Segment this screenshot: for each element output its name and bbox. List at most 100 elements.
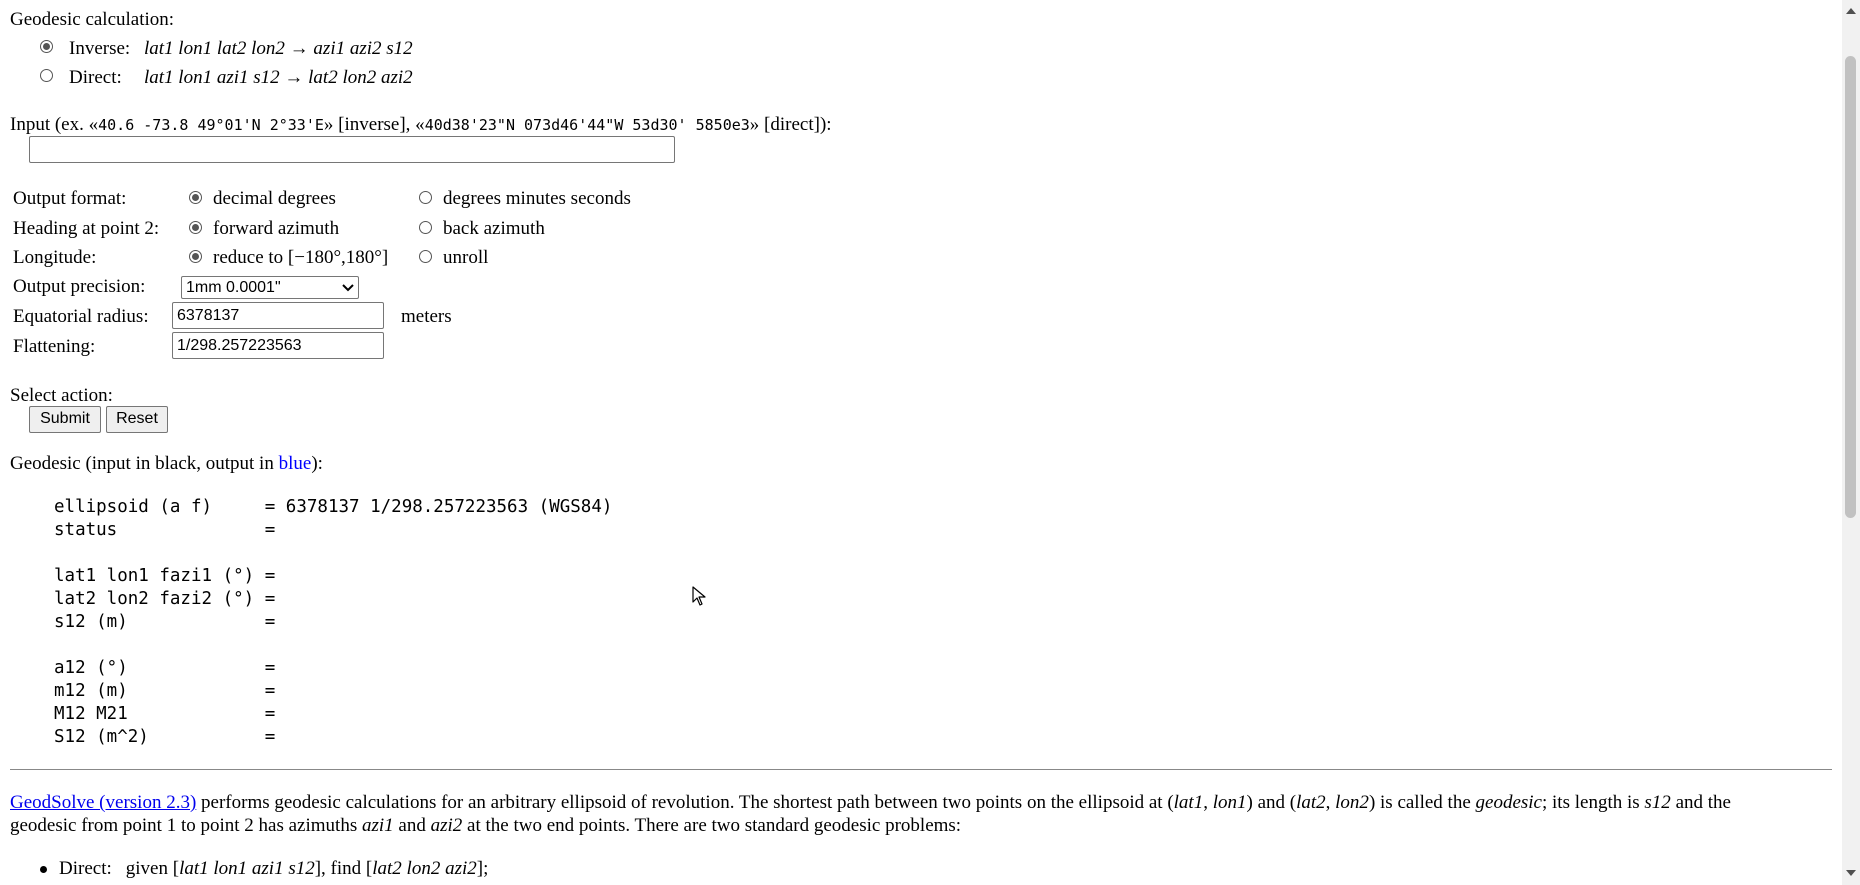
direct-radio[interactable]	[40, 69, 53, 82]
description-var: azi1	[361, 815, 394, 836]
description-text: at the two end points. There are two sta…	[462, 815, 962, 836]
flattening-field[interactable]	[172, 332, 384, 359]
description-var: lat1	[1173, 792, 1204, 813]
output-precision-label: Output precision:	[13, 276, 146, 297]
geodesic-calculation-label: Geodesic calculation:	[10, 9, 175, 30]
bullet-dot	[40, 866, 47, 873]
results-row-key: M12 M21 =	[54, 704, 276, 724]
bullet-var: lat2 lon2 azi2	[372, 858, 477, 879]
longitude-label: Longitude:	[13, 247, 97, 268]
results-row-status: status =	[54, 519, 275, 542]
results-row-M12-M21: M12 M21 =	[54, 703, 275, 726]
scrollbar-thumb[interactable]	[1845, 56, 1856, 518]
scroll-up-arrow-icon[interactable]	[1846, 8, 1856, 14]
results-row-a12: a12 (°) =	[54, 657, 275, 680]
results-header-suffix: ):	[311, 453, 323, 474]
description-text: geodesic from point 1 to point 2 has azi…	[10, 815, 362, 836]
results-row-key: S12 (m^2) =	[54, 727, 276, 747]
input-label-suffix: » [direct]):	[749, 114, 832, 135]
results-row-key: a12 (°) =	[54, 658, 276, 678]
dms-radio[interactable]	[419, 191, 432, 204]
results-row-key: m12 (m) =	[54, 681, 276, 701]
input-label-mid: » [inverse], «	[323, 114, 425, 135]
description-var: s12	[1644, 792, 1671, 813]
inverse-label: Inverse:	[69, 38, 131, 59]
results-row-point2: lat2 lon2 fazi2 (°) =	[54, 588, 275, 611]
results-row-key: lat1 lon1 fazi1 (°) =	[54, 566, 276, 586]
results-row-m12: m12 (m) =	[54, 680, 275, 703]
dms-label: degrees minutes seconds	[443, 188, 631, 209]
bullet-text: given [	[125, 858, 180, 879]
back-azimuth-label: back azimuth	[443, 218, 545, 239]
input-label-prefix: Input (ex. «	[10, 114, 99, 135]
description-text: ; its length is	[1542, 792, 1645, 813]
direct-formula: lat1 lon1 azi1 s12 → lat2 lon2 azi2	[144, 67, 413, 88]
unroll-label: unroll	[443, 247, 489, 268]
forward-azimuth-label: forward azimuth	[213, 218, 340, 239]
description-var: azi2	[430, 815, 463, 836]
inverse-radio[interactable]	[40, 40, 53, 53]
select-action-label: Select action:	[10, 385, 113, 406]
results-row-S12: S12 (m^2) =	[54, 726, 275, 749]
vertical-scrollbar[interactable]	[1842, 0, 1860, 885]
input-example-inverse: 40.6 -73.8 49°01'N 2°33'E	[98, 116, 324, 134]
output-precision-value: 1mm 0.0001"	[186, 278, 281, 296]
flattening-label: Flattening:	[13, 336, 96, 357]
equatorial-radius-label: Equatorial radius:	[13, 306, 149, 327]
bullet-var: lat1 lon1 azi1 s12	[179, 858, 315, 879]
page: Geodesic calculation: Inverse: lat1 lon1…	[0, 0, 1842, 885]
description-var: lon2	[1335, 792, 1369, 813]
output-format-label: Output format:	[13, 188, 127, 209]
results-row-point1: lat1 lon1 fazi1 (°) =	[54, 565, 275, 588]
description-text: ,	[1203, 792, 1213, 813]
input-label: Input (ex. «40.6 -73.8 49°01'N 2°33'E» […	[10, 114, 832, 136]
heading-label: Heading at point 2:	[13, 218, 160, 239]
bullet-text: ];	[476, 858, 489, 879]
bullet-direct: Direct: given [lat1 lon1 azi1 s12], find …	[59, 858, 488, 880]
results-row-key: ellipsoid (a f) =	[54, 497, 276, 517]
meters-unit-label: meters	[401, 306, 452, 327]
reduce-longitude-radio[interactable]	[189, 250, 202, 263]
geodsolve-version-link[interactable]: GeodSolve (version 2.3)	[10, 792, 196, 813]
output-precision-select[interactable]: 1mm 0.0001"	[181, 276, 359, 299]
reduce-longitude-label: reduce to [−180°,180°]	[213, 247, 389, 268]
description-line-2: geodesic from point 1 to point 2 has azi…	[10, 815, 961, 837]
results-row-value: 6378137 1/298.257223563 (WGS84)	[275, 497, 613, 517]
chevron-down-icon	[342, 283, 354, 291]
description-line-1: GeodSolve (version 2.3) performs geodesi…	[10, 792, 1731, 814]
results-header-prefix: Geodesic (input in black, output in	[10, 453, 279, 474]
scroll-down-arrow-icon[interactable]	[1846, 870, 1856, 876]
direct-label: Direct:	[69, 67, 122, 88]
unroll-radio[interactable]	[419, 250, 432, 263]
results-row-key: lat2 lon2 fazi2 (°) =	[54, 589, 276, 609]
description-text: ) is called the	[1368, 792, 1476, 813]
description-text: and	[393, 815, 431, 836]
input-example-direct: 40d38'23"N 073d46'44"W 53d30' 5850e3	[424, 116, 750, 134]
results-header-blue: blue	[278, 453, 312, 474]
geodesic-input-field[interactable]	[29, 136, 675, 163]
submit-button[interactable]: Submit	[29, 406, 101, 433]
description-var: lat2	[1296, 792, 1326, 813]
results-row-s12: s12 (m) =	[54, 611, 275, 634]
horizontal-rule	[10, 769, 1832, 770]
inverse-formula: lat1 lon1 lat2 lon2 → azi1 azi2 s12	[144, 38, 413, 59]
description-var: lon1	[1212, 792, 1247, 813]
equatorial-radius-field[interactable]	[172, 302, 384, 329]
decimal-degrees-label: decimal degrees	[213, 188, 336, 209]
description-text: performs geodesic calculations for an ar…	[196, 792, 1174, 813]
reset-button[interactable]: Reset	[106, 406, 168, 433]
results-row-key: status =	[54, 520, 276, 540]
mouse-cursor-icon	[692, 586, 706, 606]
bullet-label: Direct:	[59, 858, 112, 879]
description-text: ,	[1325, 792, 1336, 813]
description-var: geodesic	[1475, 792, 1542, 813]
description-text: ) and (	[1246, 792, 1297, 813]
back-azimuth-radio[interactable]	[419, 221, 432, 234]
results-row-key: s12 (m) =	[54, 612, 276, 632]
description-text: and the	[1670, 792, 1731, 813]
results-row-ellipsoid: ellipsoid (a f) = 6378137 1/298.25722356…	[54, 496, 612, 519]
bullet-text: ], find [	[314, 858, 373, 879]
results-header: Geodesic (input in black, output in blue…	[10, 453, 323, 475]
decimal-degrees-radio[interactable]	[189, 191, 202, 204]
forward-azimuth-radio[interactable]	[189, 221, 202, 234]
